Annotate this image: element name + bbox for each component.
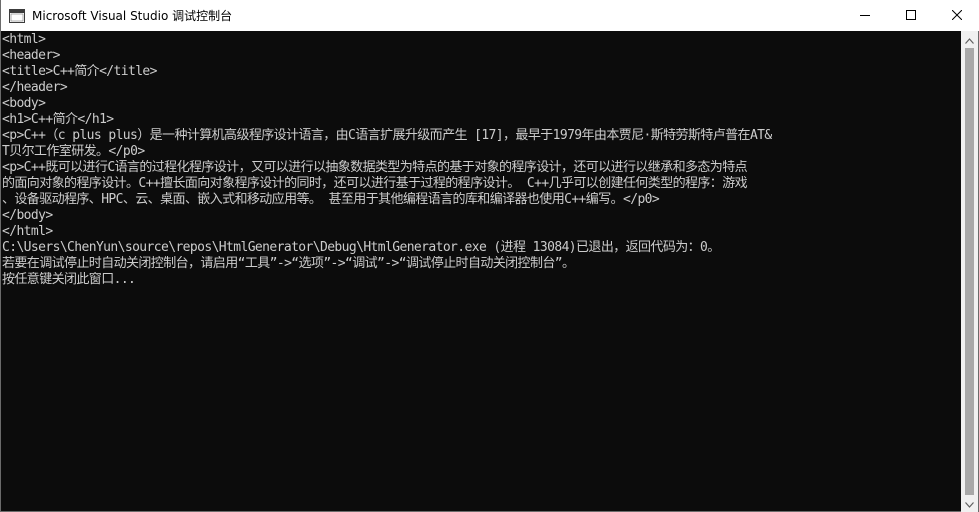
console-window-icon[interactable]	[9, 8, 25, 24]
minimize-icon	[860, 9, 870, 23]
console-line: <html>	[2, 32, 46, 47]
console-line: </body>	[2, 208, 53, 223]
console-window: Microsoft Visual Studio 调试控制台 <html> <he…	[0, 0, 979, 512]
console-line: <title>C++简介</title>	[2, 64, 157, 79]
scroll-up-arrow-icon	[965, 31, 974, 49]
window-title: Microsoft Visual Studio 调试控制台	[32, 9, 233, 23]
title-bar[interactable]: Microsoft Visual Studio 调试控制台	[1, 0, 979, 31]
scroll-down-arrow-icon	[965, 495, 974, 512]
console-line: <header>	[2, 48, 60, 63]
console-line: </html>	[2, 224, 53, 239]
console-line: 的面向对象的程序设计。C++擅长面向对象程序设计的同时，还可以进行基于过程的程序…	[2, 176, 748, 191]
console-output[interactable]: <html> <header> <title>C++简介</title> </h…	[1, 31, 963, 512]
console-line: 按任意键关闭此窗口...	[2, 272, 136, 287]
console-line: T贝尔工作室研发。</p0>	[2, 144, 145, 159]
scroll-down-button[interactable]	[961, 495, 978, 512]
console-line: </header>	[2, 80, 68, 95]
console-line: <p>C++既可以进行C语言的过程化程序设计，又可以进行以抽象数据类型为特点的基…	[2, 160, 748, 175]
window-controls	[842, 0, 979, 31]
minimize-button[interactable]	[842, 0, 888, 31]
console-line: <h1>C++简介</h1>	[2, 112, 114, 127]
maximize-button[interactable]	[888, 0, 934, 31]
close-icon	[951, 9, 963, 23]
scroll-up-button[interactable]	[961, 31, 978, 48]
scrollbar-thumb[interactable]	[965, 48, 974, 495]
console-line: <body>	[2, 96, 46, 111]
console-line: 若要在调试停止时自动关闭控制台，请启用“工具”->“选项”->“调试”->“调试…	[2, 256, 575, 271]
console-line: <p>C++（c plus plus）是一种计算机高级程序设计语言，由C语言扩展…	[2, 128, 772, 143]
vertical-scrollbar[interactable]	[961, 31, 978, 512]
maximize-icon	[906, 9, 916, 23]
console-line: C:\Users\ChenYun\source\repos\HtmlGenera…	[2, 240, 720, 255]
close-button[interactable]	[934, 0, 979, 31]
console-line: 、设备驱动程序、HPC、云、桌面、嵌入式和移动应用等。 甚至用于其他编程语言的库…	[2, 192, 660, 207]
